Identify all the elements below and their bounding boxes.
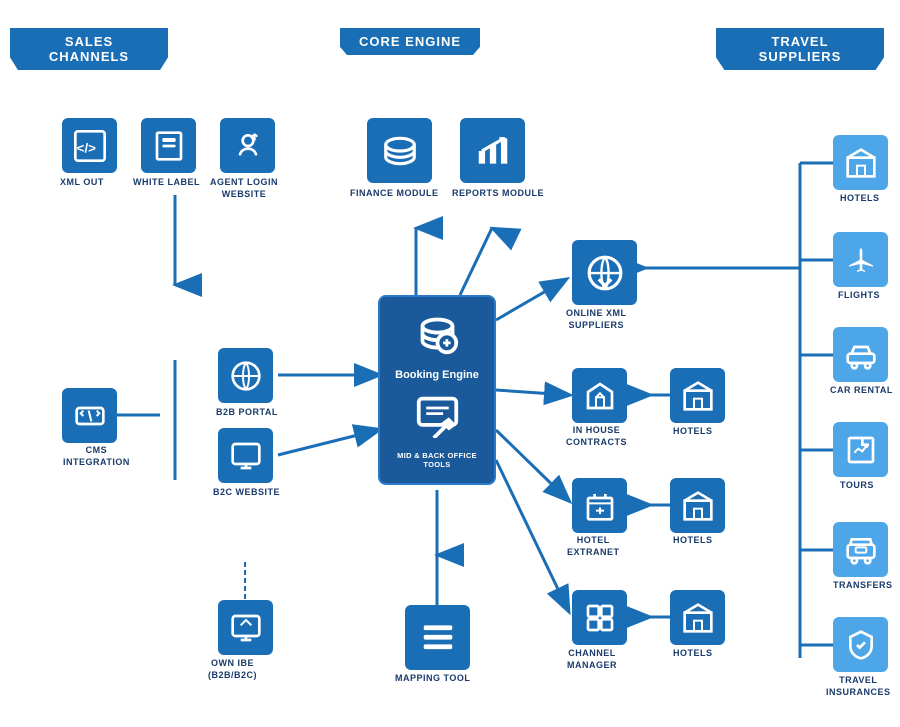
hotels-extranet-box[interactable] — [670, 478, 725, 533]
mid-back-label: MID & BACK OFFICE TOOLS — [388, 451, 486, 469]
agent-login-box[interactable] — [220, 118, 275, 173]
hotels-supplier-box[interactable] — [833, 135, 888, 190]
booking-engine-box[interactable]: Booking Engine MID & BACK OFFICE TOOLS — [378, 295, 496, 485]
booking-engine-title: Booking Engine — [395, 369, 479, 381]
hotels-channel-label: HOTELS — [673, 648, 713, 658]
reports-module-box[interactable] — [460, 118, 525, 183]
travel-insurance-label: TRAVELINSURANCES — [826, 675, 891, 698]
svg-text:</>: </> — [76, 140, 95, 155]
white-label-label: WHITE LABEL — [133, 177, 200, 187]
reports-label: REPORTS MODULE — [452, 188, 544, 198]
flights-supplier-box[interactable] — [833, 232, 888, 287]
hotels-extranet-label: HOTELS — [673, 535, 713, 545]
hotels-channel-box[interactable] — [670, 590, 725, 645]
car-rental-label: CAR RENTAL — [830, 385, 893, 395]
own-ibe-label: OWN IBE(B2B/B2C) — [208, 658, 257, 681]
cms-integration-box[interactable] — [62, 388, 117, 443]
hotels-in-house-label: HOTELS — [673, 426, 713, 436]
xml-out-box[interactable]: </> — [62, 118, 117, 173]
white-label-box[interactable] — [141, 118, 196, 173]
finance-module-box[interactable] — [367, 118, 432, 183]
hotels-supplier-label: HOTELS — [840, 193, 880, 203]
tours-supplier-label: TOURS — [840, 480, 874, 490]
finance-label: FINANCE MODULE — [350, 188, 439, 198]
diagram: SALES CHANNELS CORE ENGINE TRAVEL SUPPLI… — [0, 0, 900, 727]
b2b-portal-label: B2B PORTAL — [216, 407, 278, 417]
online-xml-label: ONLINE XMLSUPPLIERS — [566, 308, 627, 331]
b2b-portal-box[interactable] — [218, 348, 273, 403]
tours-supplier-box[interactable] — [833, 422, 888, 477]
xml-out-label: XML OUT — [60, 177, 104, 187]
in-house-label: IN HOUSECONTRACTS — [566, 425, 627, 448]
transfers-supplier-box[interactable] — [833, 522, 888, 577]
header-sales: SALES CHANNELS — [10, 28, 168, 70]
transfers-supplier-label: TRANSFERS — [833, 580, 893, 590]
mapping-tool-box[interactable] — [405, 605, 470, 670]
hotel-extranet-box[interactable] — [572, 478, 627, 533]
online-xml-box[interactable] — [572, 240, 637, 305]
b2c-label: B2C WEBSITE — [213, 487, 280, 497]
channel-manager-box[interactable] — [572, 590, 627, 645]
hotels-in-house-box[interactable] — [670, 368, 725, 423]
flights-supplier-label: FLIGHTS — [838, 290, 880, 300]
header-core: CORE ENGINE — [340, 28, 480, 55]
car-rental-box[interactable] — [833, 327, 888, 382]
travel-insurance-box[interactable] — [833, 617, 888, 672]
agent-login-label: AGENT LOGINWEBSITE — [210, 177, 278, 200]
own-ibe-box[interactable] — [218, 600, 273, 655]
hotel-extranet-label: HOTELEXTRANET — [567, 535, 620, 558]
header-travel: TRAVEL SUPPLIERS — [716, 28, 884, 70]
in-house-box[interactable] — [572, 368, 627, 423]
channel-manager-label: CHANNELMANAGER — [567, 648, 617, 671]
cms-label: CMSINTEGRATION — [63, 445, 130, 468]
b2c-website-box[interactable] — [218, 428, 273, 483]
mapping-label: MAPPING TOOL — [395, 673, 470, 683]
